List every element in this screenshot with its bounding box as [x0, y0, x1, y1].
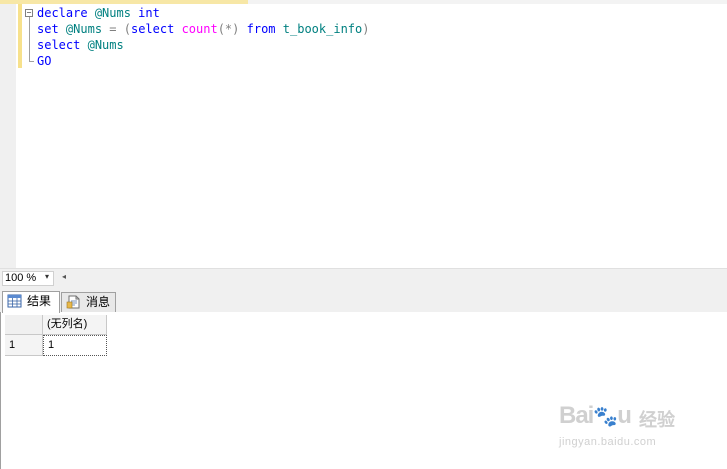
code-token: @Nums	[87, 38, 124, 52]
column-header[interactable]: (无列名)	[43, 315, 107, 335]
watermark-brand: Bai🐾u	[559, 402, 632, 429]
zoom-strip: 100 % ▾ ◂	[0, 268, 727, 288]
code-token: GO	[37, 54, 52, 68]
editor-top-strip	[0, 0, 727, 4]
grid-select-all-corner[interactable]	[5, 315, 43, 335]
code-line-4[interactable]: GO	[37, 53, 51, 69]
outline-line	[29, 17, 30, 61]
outline-line-end	[29, 61, 34, 62]
code-token: select	[130, 22, 175, 36]
watermark-sub: 经验	[639, 410, 675, 430]
grid-results-icon	[7, 294, 22, 308]
scroll-left-icon[interactable]: ◂	[62, 272, 66, 281]
tab-results-label: 结果	[27, 294, 52, 308]
sql-editor[interactable]: − declare @Nums int set @Nums = (select …	[0, 0, 727, 268]
code-token: from	[246, 22, 276, 36]
results-tabbar: 结果 消息	[0, 287, 727, 313]
code-line-2[interactable]: set @Nums = (select count(*) from t_book…	[37, 21, 369, 37]
chevron-down-icon[interactable]: ▾	[45, 272, 49, 281]
messages-doc-icon	[66, 295, 80, 309]
code-line-3[interactable]: select @Nums	[37, 37, 124, 53]
editor-tab-accent	[0, 0, 248, 4]
watermark-url: jingyan.baidu.com	[559, 436, 657, 448]
results-grid[interactable]: (无列名) 1 1 Bai🐾u 经验 jingyan.baidu.com	[0, 312, 727, 469]
code-token: )	[362, 22, 370, 36]
tab-messages-label: 消息	[86, 295, 111, 309]
paw-icon: 🐾	[593, 406, 618, 428]
tab-results[interactable]: 结果	[2, 291, 60, 313]
tab-messages[interactable]: 消息	[61, 292, 116, 313]
code-token: (*)	[217, 22, 240, 36]
code-token: set	[37, 22, 59, 36]
row-header[interactable]: 1	[5, 335, 43, 356]
baidu-jingyan-watermark: Bai🐾u 经验 jingyan.baidu.com	[559, 396, 699, 456]
editor-gutter	[0, 4, 16, 268]
code-token: declare	[37, 6, 88, 20]
code-token: select	[37, 38, 81, 52]
code-line-1[interactable]: declare @Nums int	[37, 5, 160, 21]
code-token: t_book_info	[282, 22, 363, 36]
code-token: =	[109, 22, 117, 36]
code-token: @Nums	[65, 22, 103, 36]
zoom-value: 100 %	[5, 272, 37, 284]
code-token: count	[181, 22, 218, 36]
code-token: (	[123, 22, 131, 36]
collapse-toggle-icon[interactable]: −	[25, 9, 33, 17]
change-tracking-bar	[18, 4, 22, 68]
code-token: int	[138, 6, 160, 20]
grid-cell[interactable]: 1	[43, 335, 107, 356]
code-token: @Nums	[94, 6, 131, 20]
